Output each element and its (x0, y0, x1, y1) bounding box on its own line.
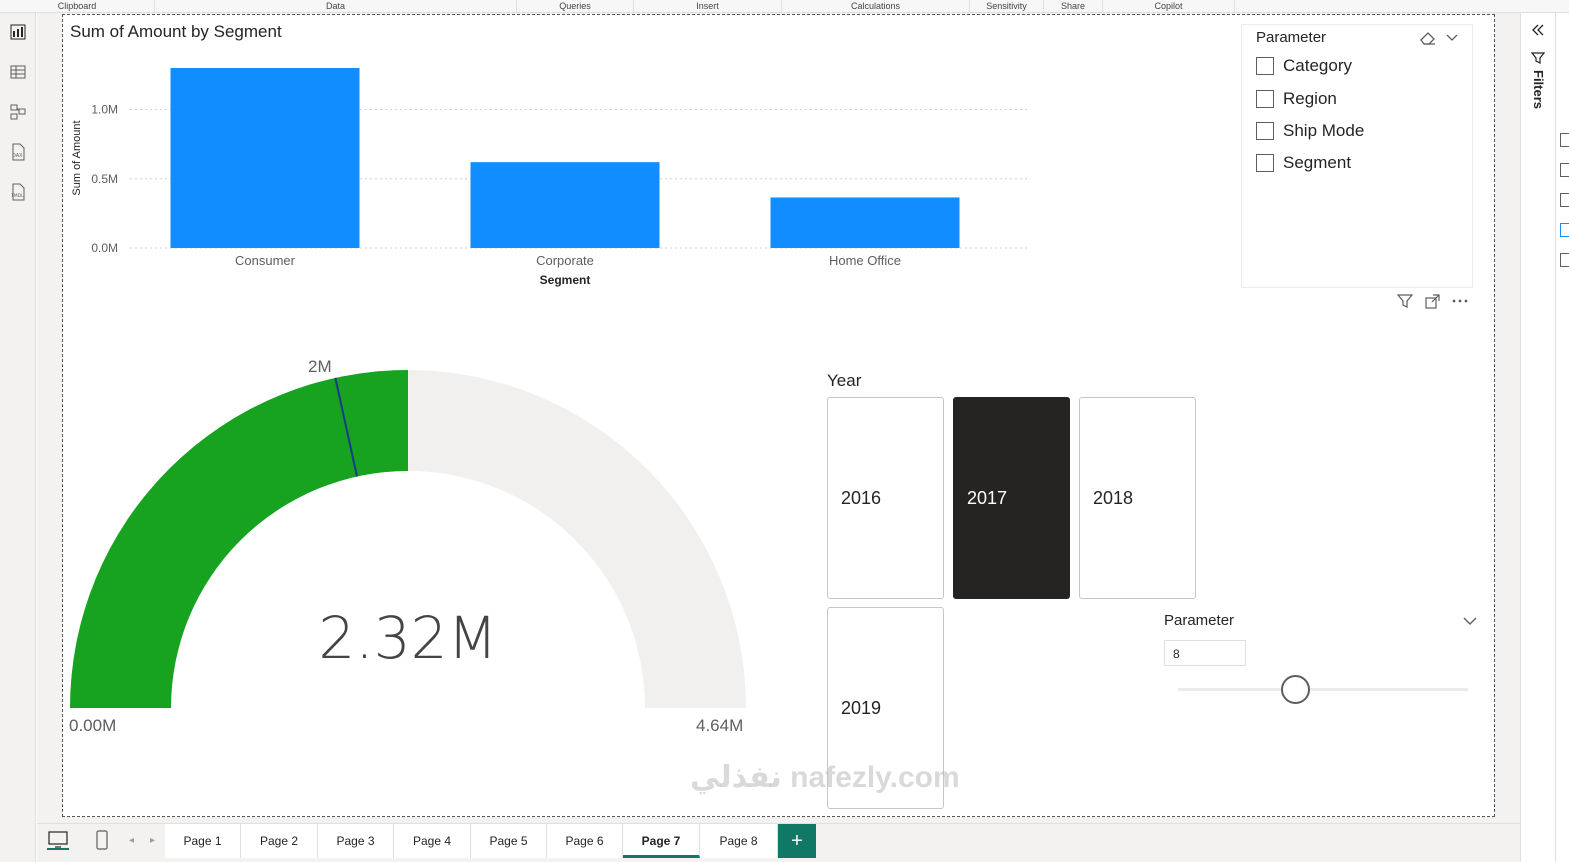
checkbox[interactable] (1256, 90, 1274, 108)
year-tile-2016[interactable]: 2016 (827, 397, 944, 599)
slicer-item-category[interactable]: Category (1256, 54, 1352, 78)
svg-text:TMDL: TMDL (10, 193, 24, 199)
chevron-down-icon[interactable] (1462, 614, 1478, 632)
dax-query-icon[interactable]: DAX (8, 142, 28, 162)
gauge-min-label: 0.00M (69, 716, 117, 735)
tab-page-7[interactable]: Page 7 (623, 824, 700, 858)
filter-icon[interactable] (1396, 292, 1414, 315)
tab-page-5[interactable]: Page 5 (471, 824, 547, 858)
checkbox[interactable] (1256, 122, 1274, 140)
y-tick-label: 0.5M (91, 172, 118, 186)
slicer-item-label: Region (1283, 89, 1337, 108)
bar (170, 68, 360, 248)
year-tile-2017[interactable]: 2017 (953, 397, 1070, 599)
filters-pane (1520, 13, 1555, 862)
tab-page-3[interactable]: Page 3 (318, 824, 394, 858)
visual-type-icon[interactable] (1560, 133, 1569, 147)
bar (470, 162, 660, 248)
power-bi-window: Clipboard Data Queries Insert Calculatio… (0, 0, 1569, 862)
visual-type-icon[interactable] (1560, 193, 1569, 207)
visual-type-icon[interactable] (1560, 223, 1569, 237)
bar (770, 197, 960, 248)
parameter-slider-track[interactable] (1178, 688, 1468, 691)
parameter-slicer-title: Parameter (1164, 612, 1235, 629)
bar-chart[interactable]: 0.0M 0.5M 1.0M Sum of Amount Consumer Corpora… (62, 50, 1042, 295)
ribbon-group-clipboard[interactable]: Clipboard (0, 0, 155, 12)
chevron-down-icon[interactable] (1445, 31, 1459, 49)
add-page-button[interactable]: + (778, 824, 816, 858)
tab-page-8[interactable]: Page 8 (700, 824, 778, 858)
filter-icon[interactable] (1530, 51, 1546, 70)
gauge-target-label: 2M (308, 357, 332, 376)
year-slicer-title: Year (827, 371, 862, 390)
focus-mode-icon[interactable] (1424, 293, 1441, 315)
x-tick-label: Home Office (829, 253, 901, 268)
watermark: نفذلي nafezly.com (690, 761, 960, 794)
more-options-icon[interactable] (1451, 293, 1469, 314)
ribbon-group-calculations[interactable]: Calculations (782, 0, 970, 12)
gauge-value-label: 2.32M (318, 604, 498, 672)
checkbox[interactable] (1256, 154, 1274, 172)
view-switcher-rail: DAX TMDL (0, 13, 36, 862)
slicer-item-label: Category (1283, 56, 1352, 75)
filters-pane-label[interactable]: Filters (1531, 70, 1546, 109)
mobile-layout-icon[interactable] (95, 829, 109, 856)
x-axis-label: Segment (540, 273, 591, 287)
visual-type-icon[interactable] (1560, 163, 1569, 177)
desktop-layout-icon[interactable] (47, 830, 69, 855)
ribbon-group-data[interactable]: Data (155, 0, 517, 12)
visualizations-pane-edge (1555, 13, 1569, 862)
bar-chart-title: Sum of Amount by Segment (70, 22, 282, 41)
page-tab-bar: ◂ ▸ Page 1 Page 2 Page 3 Page 4 Page 5 P… (37, 823, 1520, 862)
ribbon-group-share[interactable]: Share (1044, 0, 1103, 12)
checkbox[interactable] (1256, 57, 1274, 75)
parameter-slider-thumb[interactable] (1281, 675, 1310, 704)
y-axis-label: Sum of Amount (71, 120, 83, 195)
parameter-field-slicer: Parameter Category Region Ship Mode Segm… (1241, 24, 1473, 288)
scroll-left-icon[interactable]: ◂ (129, 835, 134, 846)
y-tick-label: 1.0M (91, 103, 118, 117)
slicer-item-ship-mode[interactable]: Ship Mode (1256, 119, 1364, 143)
clear-selection-eraser-icon[interactable] (1419, 30, 1437, 51)
table-view-icon[interactable] (8, 62, 28, 82)
x-tick-label: Consumer (235, 253, 296, 268)
tab-page-1[interactable]: Page 1 (165, 824, 241, 858)
ribbon-group-copilot[interactable]: Copilot (1103, 0, 1235, 12)
slicer-item-region[interactable]: Region (1256, 87, 1337, 111)
year-tile-2018[interactable]: 2018 (1079, 397, 1196, 599)
x-tick-label: Corporate (536, 253, 594, 268)
parameter-value-input[interactable]: 8 (1164, 640, 1246, 666)
ribbon-group-queries[interactable]: Queries (517, 0, 634, 12)
ribbon-group-sensitivity[interactable]: Sensitivity (970, 0, 1044, 12)
tab-page-2[interactable]: Page 2 (241, 824, 318, 858)
visual-type-icon[interactable] (1560, 253, 1569, 267)
tab-page-6[interactable]: Page 6 (547, 824, 623, 858)
scroll-right-icon[interactable]: ▸ (150, 835, 155, 846)
slicer-item-label: Segment (1283, 153, 1352, 172)
tab-page-4[interactable]: Page 4 (394, 824, 471, 858)
svg-text:DAX: DAX (12, 153, 23, 159)
slicer-title: Parameter (1256, 29, 1327, 46)
ribbon-group-insert[interactable]: Insert (634, 0, 782, 12)
model-view-icon[interactable] (8, 102, 28, 122)
report-view-icon[interactable] (8, 22, 28, 42)
gauge-max-label: 4.64M (696, 716, 744, 735)
y-tick-label: 0.0M (91, 241, 118, 255)
slicer-item-segment[interactable]: Segment (1256, 151, 1351, 175)
ribbon-group-labels: Clipboard Data Queries Insert Calculatio… (0, 0, 1569, 13)
tmdl-view-icon[interactable]: TMDL (8, 182, 28, 202)
slicer-item-label: Ship Mode (1283, 121, 1365, 140)
collapse-pane-icon[interactable] (1531, 23, 1545, 42)
